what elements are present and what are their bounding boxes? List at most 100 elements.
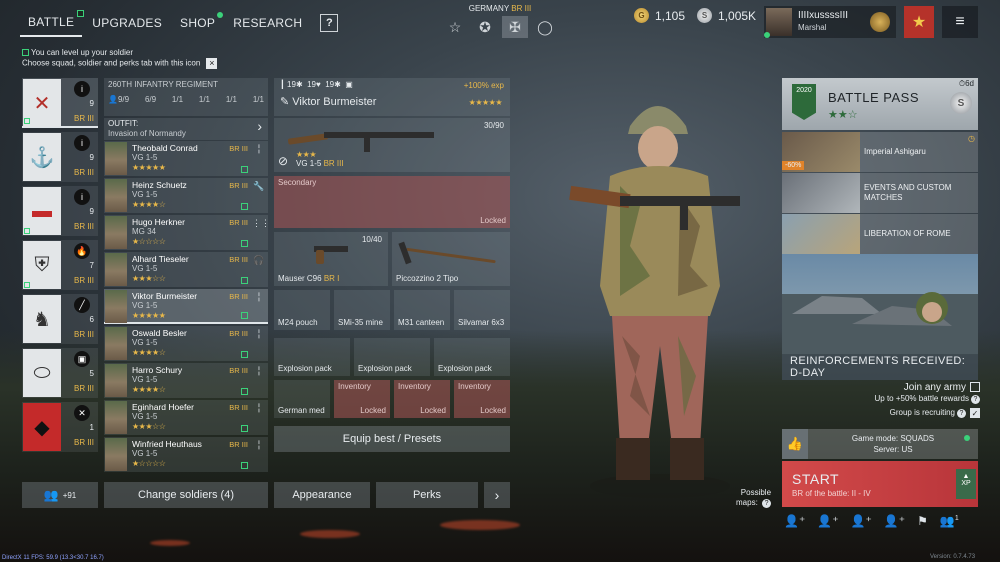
item-slot[interactable]: M24 pouch [274, 290, 330, 330]
nation-selector: GERMANY BR III ☆ ✪ ✠ ◯ [440, 4, 560, 38]
game-mode-selector[interactable]: 👍 Game mode: SQUADS Server: US [782, 429, 978, 459]
soldier-row[interactable]: Harro Schury VG 1-5 ★★★★☆ BR III ╎ [104, 363, 268, 398]
profile-card[interactable]: IIIIxussssIII Marshal [764, 6, 896, 38]
game-mode: Game mode: SQUADS [851, 434, 935, 443]
tab-upgrades[interactable]: UPGRADES [84, 10, 170, 36]
recruiting-checkbox[interactable]: ✓ [970, 408, 980, 418]
squad-br: BR III [73, 384, 94, 393]
squad-card[interactable]: ✕ i 9 BR III [22, 78, 98, 128]
next-arrow-button[interactable]: › [484, 482, 510, 508]
pistol-slot[interactable]: 10/40 Mauser C96 BR I [274, 232, 388, 286]
soldier-row[interactable]: Winfried Heuthaus VG 1-5 ★☆☆☆☆ BR III ╎ [104, 437, 268, 472]
event-card[interactable]: LIBERATION OF ROME [782, 214, 978, 254]
soldier-row-selected[interactable]: Viktor Burmeister VG 1-5 ★★★★★ BR III ╎ [104, 289, 268, 324]
soldier-row[interactable]: Oswald Besler VG 1-5 ★★★★☆ BR III ╎ [104, 326, 268, 361]
soldier-class: MG 34 [132, 227, 157, 236]
squad-card[interactable]: ▬ i 9 BR III [22, 186, 98, 236]
squad-card[interactable]: ⬭ ▣ 5 BR III [22, 348, 98, 398]
soldier-class: VG 1-5 [132, 190, 158, 199]
reinforcements-banner[interactable]: REINFORCEMENTS RECEIVED: D-DAY [782, 254, 978, 380]
xp-boost-icon[interactable]: ▲ XP [956, 469, 976, 499]
squad-br: BR III [73, 222, 94, 231]
star-outline-icon[interactable]: ☆ [442, 16, 468, 38]
possible-maps: Possible maps: ? [736, 488, 772, 508]
perks-button[interactable]: Perks [376, 482, 478, 508]
add-friend-icon[interactable]: 👤⁺ [784, 514, 805, 528]
squad-card[interactable]: ◆ ✕ 1 BR III [22, 402, 98, 452]
anchor-emblem-icon: ⚓ [23, 133, 61, 181]
notification-marker [241, 351, 248, 358]
help-icon[interactable]: ? [957, 409, 966, 419]
battle-br: BR of the battle: II - IV [792, 489, 871, 498]
inventory-slot[interactable]: Inventory Locked [454, 380, 510, 418]
explosive-slot[interactable]: Explosion pack [274, 338, 350, 376]
appearance-button[interactable]: Appearance [274, 482, 370, 508]
soldier-row[interactable]: Eginhard Hoefer VG 1-5 ★★★☆☆ BR III ╎ [104, 400, 268, 435]
notification-marker [22, 49, 29, 57]
achievements-star-icon[interactable]: ★ [904, 6, 934, 38]
soldier-portrait [105, 253, 127, 286]
edit-icon[interactable]: ✎ [280, 96, 289, 108]
explosive-slot[interactable]: Explosion pack [434, 338, 510, 376]
add-friend-icon[interactable]: 👤⁺ [884, 514, 905, 528]
nation-label: GERMANY BR III [440, 4, 560, 13]
secondary-weapon-slot[interactable]: Secondary Locked [274, 176, 510, 228]
add-friend-icon[interactable]: 👤⁺ [851, 514, 872, 528]
flame-icon: 🔥 [74, 243, 90, 259]
inventory-slot[interactable]: Inventory Locked [334, 380, 390, 418]
battle-pass-panel[interactable]: 2020 BATTLE PASS ★★☆ ⏱6d S [782, 78, 978, 130]
soldier-row[interactable]: Hugo Herkner MG 34 ★☆☆☆☆ BR III ⋮⋮ [104, 215, 270, 250]
group-icon[interactable]: 👥1 [940, 514, 959, 528]
help-icon[interactable]: ? [762, 499, 772, 508]
help-icon[interactable]: ? [971, 395, 980, 404]
silver-amount: 1,005K [718, 8, 757, 23]
soldier-row[interactable]: Heinz Schuetz VG 1-5 ★★★★☆ BR III 🔧 [104, 178, 268, 213]
change-soldiers-button[interactable]: Change soldiers (4) [104, 482, 268, 508]
primary-weapon-slot[interactable]: 30/90 ⊘ ★★★ VG 1-5 BR III [274, 118, 510, 172]
slot-label: Secondary [278, 178, 317, 187]
weapon-stars: ★★★ [296, 150, 317, 159]
ammo-count: 10/40 [361, 235, 382, 244]
tab-shop[interactable]: SHOP [172, 10, 224, 36]
squad-br: BR III [73, 276, 94, 285]
weapon-name: Mauser C96 [278, 274, 322, 283]
add-friend-icon[interactable]: 👤⁺ [817, 514, 838, 528]
help-button[interactable]: ? [320, 14, 339, 32]
tab-research[interactable]: RESEARCH [225, 10, 310, 36]
squad-card[interactable]: ⛨ 🔥 7 BR III [22, 240, 98, 290]
squad-card[interactable]: ⚓ i 9 BR III [22, 132, 98, 182]
squad-overview-button[interactable]: 👥 +91 [22, 482, 98, 508]
event-card[interactable]: -60% Imperial Ashigaru ◷ [782, 132, 978, 172]
start-button[interactable]: START BR of the battle: II - IV ▲ XP [782, 461, 978, 507]
menu-hamburger-icon[interactable]: ≡ [942, 6, 978, 38]
tab-label: SHOP [180, 16, 216, 30]
squad-br: BR III [73, 330, 94, 339]
circle-icon[interactable]: ◯ [532, 16, 558, 38]
explosive-slot[interactable]: Explosion pack [354, 338, 430, 376]
close-icon[interactable]: × [206, 58, 218, 69]
equip-best-button[interactable]: Equip best / Presets [274, 426, 510, 452]
item-name: Explosion pack [438, 364, 492, 373]
thumbs-up-icon: 👍 [782, 429, 808, 459]
tab-battle[interactable]: BATTLE [20, 9, 85, 37]
medkit-slot[interactable]: German med [274, 380, 330, 418]
soldier-class: VG 1-5 [132, 412, 158, 421]
star-circle-icon[interactable]: ✪ [472, 16, 498, 38]
item-slot[interactable]: M31 canteen [394, 290, 450, 330]
item-slot[interactable]: SMi-35 mine [334, 290, 390, 330]
soldier-row[interactable]: Alhard Tieseler VG 1-5 ★★★☆☆ BR III 🎧 [104, 252, 268, 287]
locked-label: Locked [480, 216, 506, 225]
notification-marker [241, 388, 248, 395]
outfit-selector[interactable]: OUTFIT: Invasion of Normandy › [104, 118, 268, 140]
item-slot[interactable]: Silvamar 6x3 [454, 290, 510, 330]
melee-slot[interactable]: Piccozzino 2 Tipo [392, 232, 510, 286]
join-any-army-checkbox[interactable] [970, 382, 980, 393]
iron-cross-icon[interactable]: ✠ [502, 16, 528, 38]
notification-marker [241, 240, 248, 247]
flag-icon[interactable]: ⚑ [917, 514, 928, 528]
soldier-row[interactable]: Theobald Conrad VG 1-5 ★★★★★ BR III ╎ [104, 141, 268, 176]
squad-card[interactable]: ♞ ╱ 6 BR III [22, 294, 98, 344]
inventory-slot[interactable]: Inventory Locked [394, 380, 450, 418]
event-card[interactable]: EVENTS AND CUSTOM MATCHES [782, 173, 978, 213]
dday-illustration [782, 292, 978, 354]
